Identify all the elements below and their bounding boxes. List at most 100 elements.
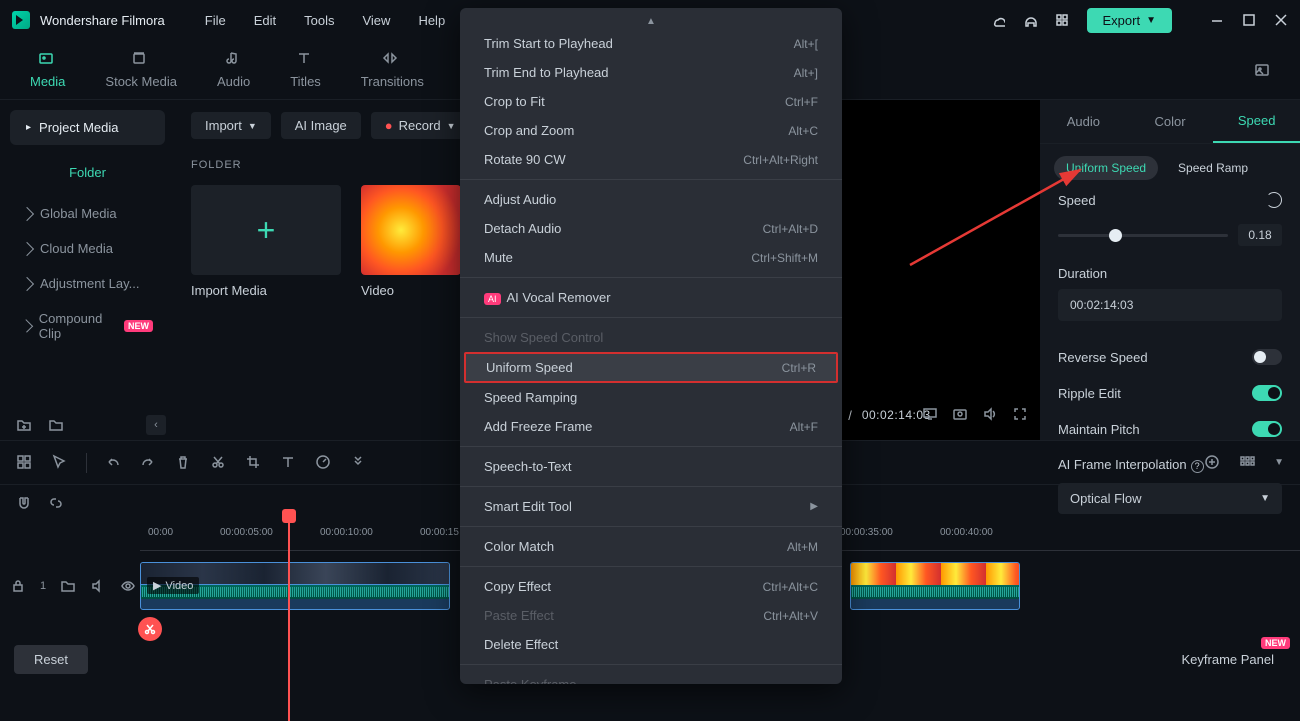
tab-transitions[interactable]: Transitions	[361, 50, 424, 89]
image-icon[interactable]	[1254, 62, 1270, 78]
ctx-smart-edit-tool[interactable]: Smart Edit Tool▶	[460, 492, 842, 521]
menu-help[interactable]: Help	[418, 13, 445, 28]
reset-speed-icon[interactable]	[1266, 192, 1282, 208]
tl-undo-icon[interactable]	[105, 454, 122, 471]
ai-image-button[interactable]: AI Image	[281, 112, 361, 139]
tl-cursor-icon[interactable]	[51, 454, 68, 471]
tl-magnet-icon[interactable]	[16, 495, 32, 511]
menu-view[interactable]: View	[362, 13, 390, 28]
import-button[interactable]: Import▼	[191, 112, 271, 139]
close-icon[interactable]	[1274, 13, 1288, 27]
tab-titles[interactable]: Titles	[290, 50, 321, 89]
cloud-icon[interactable]	[991, 13, 1005, 27]
playhead[interactable]	[288, 521, 290, 721]
pill-uniform-speed[interactable]: Uniform Speed	[1054, 156, 1158, 180]
duration-value[interactable]: 00:02:14:03	[1058, 289, 1282, 321]
ctx-speech-to-text[interactable]: Speech-to-Text	[460, 452, 842, 481]
tl-more-icon[interactable]	[350, 454, 367, 471]
folder-icon[interactable]	[48, 417, 64, 433]
info-icon[interactable]: ?	[1191, 460, 1204, 473]
sidebar-cloud-media[interactable]: Cloud Media	[10, 231, 165, 266]
ctx-detach-audio[interactable]: Detach AudioCtrl+Alt+D	[460, 214, 842, 243]
track-folder-icon[interactable]	[60, 578, 76, 594]
tl-cut-icon[interactable]	[210, 454, 227, 471]
right-tab-speed[interactable]: Speed	[1213, 100, 1300, 143]
keyframe-panel-button[interactable]: NEW Keyframe Panel	[1170, 645, 1287, 674]
track-lock-icon[interactable]	[10, 578, 26, 594]
sidebar-global-media[interactable]: Global Media	[10, 196, 165, 231]
reset-button[interactable]: Reset	[14, 645, 88, 674]
fullscreen-icon[interactable]	[1012, 406, 1028, 422]
right-tab-audio[interactable]: Audio	[1040, 100, 1127, 143]
pill-speed-ramp[interactable]: Speed Ramp	[1166, 156, 1260, 180]
reverse-speed-toggle[interactable]	[1252, 349, 1282, 365]
minimize-icon[interactable]	[1210, 13, 1224, 27]
ctx-trim-start[interactable]: Trim Start to PlayheadAlt+[	[460, 29, 842, 58]
tl-delete-icon[interactable]	[175, 454, 192, 471]
ripple-edit-toggle[interactable]	[1252, 385, 1282, 401]
ctx-crop-fit[interactable]: Crop to FitCtrl+F	[460, 87, 842, 116]
project-media-button[interactable]: ▸Project Media	[10, 110, 165, 145]
volume-icon[interactable]	[982, 406, 998, 422]
tl-crop-icon[interactable]	[245, 454, 262, 471]
track-mute-icon[interactable]	[90, 578, 106, 594]
menu-file[interactable]: File	[205, 13, 226, 28]
ctx-delete-effect[interactable]: Delete Effect	[460, 630, 842, 659]
app-title: Wondershare Filmora	[40, 13, 165, 28]
ripple-edit-label: Ripple Edit	[1058, 386, 1121, 401]
sidebar-adjustment-layer[interactable]: Adjustment Lay...	[10, 266, 165, 301]
ctx-adjust-audio[interactable]: Adjust Audio	[460, 185, 842, 214]
ctx-add-freeze-frame[interactable]: Add Freeze FrameAlt+F	[460, 412, 842, 441]
folder-tab[interactable]: Folder	[10, 157, 165, 188]
track-visibility-icon[interactable]	[120, 578, 136, 594]
speed-value[interactable]: 0.18	[1238, 224, 1282, 246]
monitor-icon[interactable]	[922, 406, 938, 422]
tab-stock-media[interactable]: Stock Media	[105, 50, 177, 89]
timeline-clip-2[interactable]	[850, 562, 1020, 610]
ctx-uniform-speed[interactable]: Uniform SpeedCtrl+R	[464, 352, 838, 383]
import-media-label: Import Media	[191, 283, 341, 298]
maintain-pitch-toggle[interactable]	[1252, 421, 1282, 437]
scissors-playhead-icon[interactable]	[138, 617, 162, 641]
ctx-crop-zoom[interactable]: Crop and ZoomAlt+C	[460, 116, 842, 145]
ctx-trim-end[interactable]: Trim End to PlayheadAlt+]	[460, 58, 842, 87]
sidebar-compound-clip[interactable]: Compound ClipNEW	[10, 301, 165, 351]
tl-text-icon[interactable]	[280, 454, 297, 471]
ctx-show-speed-control: Show Speed Control	[460, 323, 842, 352]
duration-label: Duration	[1058, 266, 1282, 281]
tl-redo-icon[interactable]	[140, 454, 157, 471]
tab-media[interactable]: Media	[30, 50, 65, 89]
menu-tools[interactable]: Tools	[304, 13, 334, 28]
snapshot-icon[interactable]	[952, 406, 968, 422]
ctx-speed-ramping[interactable]: Speed Ramping	[460, 383, 842, 412]
ctx-ai-vocal-remover[interactable]: AIAI Vocal Remover	[460, 283, 842, 312]
menu-edit[interactable]: Edit	[254, 13, 276, 28]
tl-link-icon[interactable]	[48, 495, 64, 511]
speed-slider[interactable]	[1058, 234, 1228, 237]
speed-label: Speed	[1058, 193, 1096, 208]
tl-add-marker-icon[interactable]	[1204, 454, 1221, 471]
tab-audio[interactable]: Audio	[217, 50, 250, 89]
maintain-pitch-label: Maintain Pitch	[1058, 422, 1140, 437]
ctx-rotate-90[interactable]: Rotate 90 CWCtrl+Alt+Right	[460, 145, 842, 174]
video-thumbnail[interactable]	[361, 185, 461, 275]
maximize-icon[interactable]	[1242, 13, 1256, 27]
menubar: File Edit Tools View Help	[205, 13, 445, 28]
folder-plus-icon[interactable]	[16, 417, 32, 433]
ctx-copy-effect[interactable]: Copy EffectCtrl+Alt+C	[460, 572, 842, 601]
timeline-clip-1[interactable]: ▶ Video	[140, 562, 450, 610]
record-button[interactable]: ●Record▼	[371, 112, 470, 139]
export-button[interactable]: Export▼	[1087, 8, 1172, 33]
ctx-mute[interactable]: MuteCtrl+Shift+M	[460, 243, 842, 272]
headphones-icon[interactable]	[1023, 13, 1037, 27]
import-media-tile[interactable]: +	[191, 185, 341, 275]
right-tab-color[interactable]: Color	[1127, 100, 1214, 143]
menu-scroll-up-icon[interactable]: ▲	[460, 14, 842, 29]
collapse-button[interactable]: ‹	[146, 415, 166, 435]
tl-speed-icon[interactable]	[315, 454, 332, 471]
ai-interpolation-label: AI Frame Interpolation?	[1058, 457, 1204, 473]
tl-grid-icon[interactable]	[16, 454, 33, 471]
tl-view-icon[interactable]	[1239, 454, 1256, 471]
apps-icon[interactable]	[1055, 13, 1069, 27]
ctx-color-match[interactable]: Color MatchAlt+M	[460, 532, 842, 561]
